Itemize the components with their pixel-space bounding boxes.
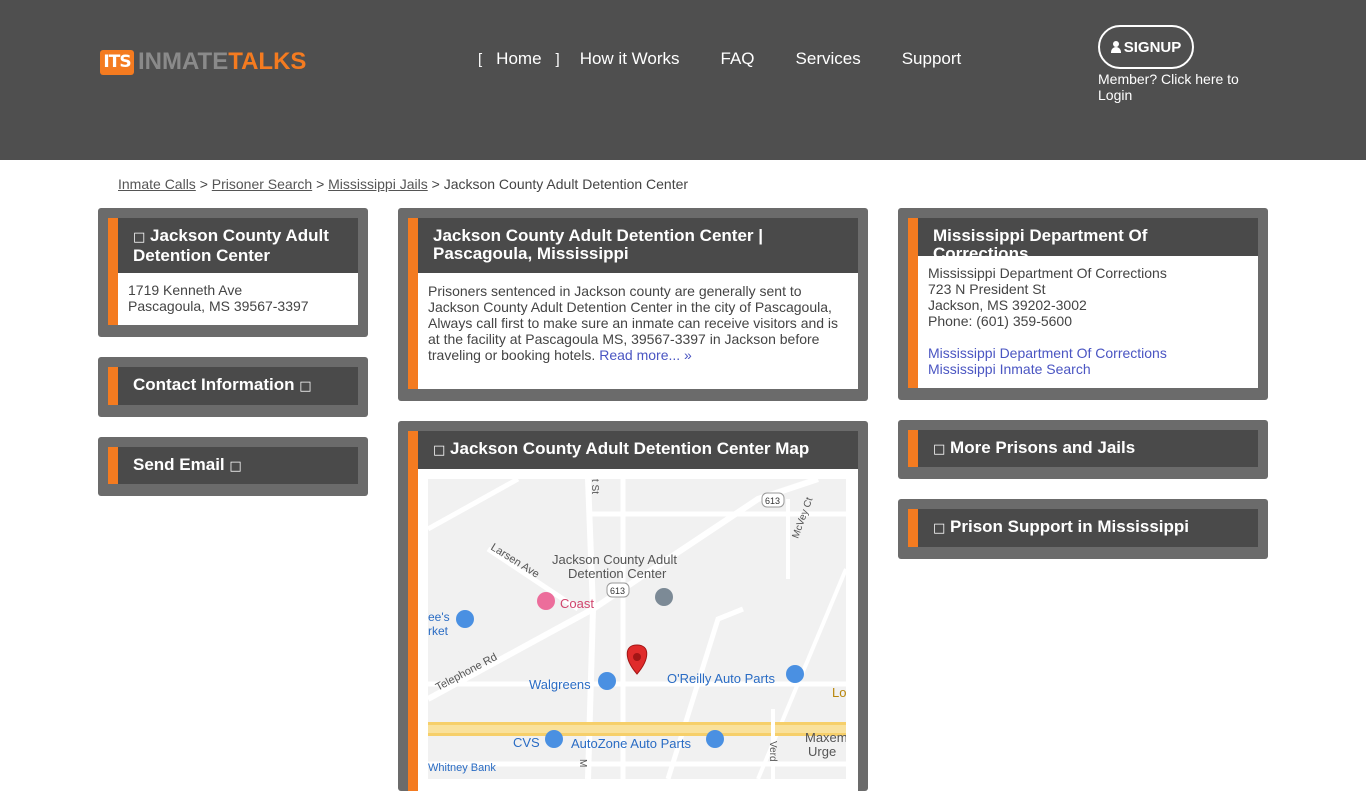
doc-link[interactable]: Mississippi Department Of Corrections (928, 345, 1167, 361)
map-label-maxem-2: Urge (808, 744, 836, 759)
doc-panel-title: Mississippi Department Of Corrections (918, 218, 1258, 263)
more-prisons-panel-inner: □ More Prisons and Jails (908, 430, 1258, 467)
map-panel-inner: □ Jackson County Adult Detention Center … (408, 431, 858, 791)
doc-city: Jackson, MS 39202-3002 (928, 297, 1087, 313)
map-label-route-613-a: 613 (765, 496, 780, 506)
site-logo[interactable]: ITS INMATETALKS (100, 48, 306, 76)
map-panel: □ Jackson County Adult Detention Center … (398, 421, 868, 791)
breadcrumb-current: Jackson County Adult Detention Center (443, 176, 689, 192)
facility-panel: □ Jackson County Adult Detention Center … (98, 208, 368, 337)
nav-bracket-left: [ (478, 50, 483, 68)
email-icon: □ (229, 459, 242, 474)
nav-support[interactable]: Support (902, 49, 962, 69)
nav-home[interactable]: Home (496, 49, 541, 69)
breadcrumb-separator: > (316, 176, 325, 192)
embedded-map[interactable]: Jackson County Adult Detention Center Co… (428, 479, 846, 779)
contact-title-text: Contact Information (133, 375, 295, 394)
map-label-maxem-1: Maxem (805, 730, 846, 745)
breadcrumb-prisoner-search[interactable]: Prisoner Search (212, 176, 312, 192)
member-login-link[interactable]: Member? Click here to Login (1098, 71, 1268, 103)
user-icon (1110, 41, 1121, 53)
facility-title-text: Jackson County Adult Detention Center (133, 226, 329, 265)
logo-word-talks: TALKS (228, 48, 307, 75)
breadcrumb-mississippi-jails[interactable]: Mississippi Jails (328, 176, 428, 192)
email-panel-title[interactable]: Send Email □ (118, 447, 358, 484)
description-panel-title: Jackson County Adult Detention Center | … (418, 218, 858, 273)
map-label-st: t St (589, 479, 600, 494)
more-prisons-text: More Prisons and Jails (950, 438, 1136, 457)
breadcrumb-inmate-calls[interactable]: Inmate Calls (118, 176, 196, 192)
logo-wordmark: INMATETALKS (138, 48, 306, 76)
doc-name: Mississippi Department Of Corrections (928, 265, 1167, 281)
map-title-text: Jackson County Adult Detention Center Ma… (450, 439, 810, 458)
map-label-facility-1: Jackson County Adult (552, 552, 677, 567)
map-label-market-2: rket (428, 624, 449, 638)
prison-support-panel[interactable]: □ Prison Support in Mississippi (898, 499, 1268, 559)
description-panel-inner: Jackson County Adult Detention Center | … (408, 218, 858, 389)
prison-support-text: Prison Support in Mississippi (950, 517, 1190, 536)
map-label-cvs: CVS (513, 735, 540, 750)
facility-address-line2: Pascagoula, MS 39567-3397 (128, 298, 309, 314)
email-panel[interactable]: Send Email □ (98, 437, 368, 496)
more-prisons-title[interactable]: □ More Prisons and Jails (918, 430, 1258, 467)
doc-body: Mississippi Department Of Corrections 72… (918, 256, 1258, 387)
nav-services[interactable]: Services (796, 49, 861, 69)
nav-faq[interactable]: FAQ (721, 49, 755, 69)
main-nav: [ Home ] How it Works FAQ Services Suppo… (478, 48, 961, 70)
read-more-link[interactable]: Read more... » (599, 347, 692, 363)
logo-badge: ITS (100, 49, 134, 75)
map-label-facility-2: Detention Center (568, 566, 667, 581)
breadcrumb-separator: > (431, 176, 440, 192)
breadcrumb-separator: > (199, 176, 208, 192)
map-canvas[interactable]: Jackson County Adult Detention Center Co… (428, 479, 846, 779)
doc-panel-inner: Mississippi Department Of Corrections Mi… (908, 218, 1258, 388)
more-prisons-panel[interactable]: □ More Prisons and Jails (898, 420, 1268, 479)
email-title-text: Send Email (133, 455, 225, 474)
signup-label: SIGNUP (1123, 38, 1182, 56)
map-label-m: M (577, 759, 588, 767)
building-icon: □ (133, 230, 146, 245)
map-label-autozone: AutoZone Auto Parts (571, 736, 691, 751)
breadcrumb: Inmate Calls > Prisoner Search > Mississ… (118, 176, 688, 192)
contact-icon: □ (299, 379, 312, 394)
prison-support-title[interactable]: □ Prison Support in Mississippi (918, 509, 1258, 547)
prison-support-panel-inner: □ Prison Support in Mississippi (908, 509, 1258, 547)
map-icon: □ (433, 443, 446, 458)
description-body: Prisoners sentenced in Jackson county ar… (418, 273, 858, 373)
facility-panel-inner: □ Jackson County Adult Detention Center … (108, 218, 358, 325)
doc-phone: Phone: (601) 359-5600 (928, 313, 1072, 329)
support-icon: □ (933, 521, 946, 536)
doc-street: 723 N President St (928, 281, 1046, 297)
nav-how-it-works[interactable]: How it Works (580, 49, 680, 69)
map-panel-title: □ Jackson County Adult Detention Center … (418, 431, 858, 469)
doc-spacer (928, 329, 1248, 345)
map-label-route-613-b: 613 (610, 586, 625, 596)
map-label-walgreens: Walgreens (529, 677, 591, 692)
contact-panel-inner: Contact Information □ (108, 367, 358, 405)
prisons-icon: □ (933, 442, 946, 457)
description-panel: Jackson County Adult Detention Center | … (398, 208, 868, 401)
email-panel-inner: Send Email □ (108, 447, 358, 484)
facility-panel-title: □ Jackson County Adult Detention Center (118, 218, 358, 273)
site-header: ITS INMATETALKS [ Home ] How it Works FA… (0, 0, 1366, 160)
contact-panel[interactable]: Contact Information □ (98, 357, 368, 417)
facility-address-line1: 1719 Kenneth Ave (128, 282, 243, 298)
map-label-oreilly: O'Reilly Auto Parts (667, 671, 775, 686)
inmate-search-link[interactable]: Mississippi Inmate Search (928, 361, 1091, 377)
map-label-verd: Verd (767, 741, 778, 762)
nav-bracket-right: ] (555, 50, 560, 68)
map-label-whitney: Whitney Bank (428, 762, 496, 774)
signup-button[interactable]: SIGNUP (1098, 25, 1194, 69)
map-label-coast: Coast (560, 596, 594, 611)
contact-panel-title[interactable]: Contact Information □ (118, 367, 358, 405)
doc-panel: Mississippi Department Of Corrections Mi… (898, 208, 1268, 400)
map-label-lo: Lo (832, 685, 846, 700)
logo-word-inmate: INMATE (138, 48, 229, 75)
facility-address: 1719 Kenneth Ave Pascagoula, MS 39567-33… (118, 273, 358, 324)
map-label-market-1: ee's (428, 610, 450, 624)
